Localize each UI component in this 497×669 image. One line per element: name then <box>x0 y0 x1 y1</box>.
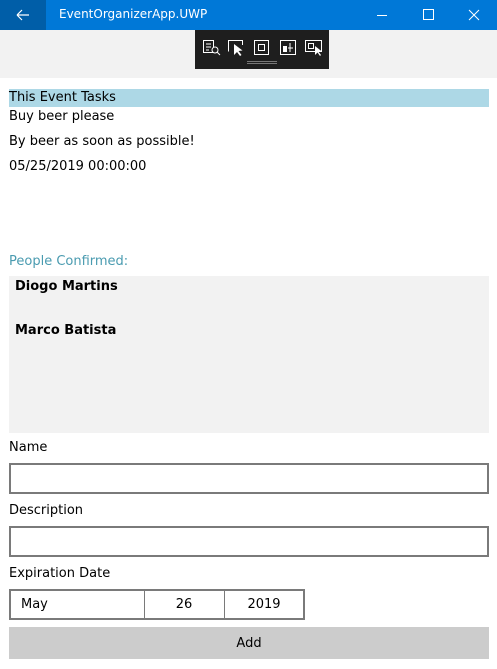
minimize-icon <box>377 15 387 16</box>
live-visual-tree-button[interactable] <box>200 37 222 57</box>
name-field[interactable] <box>9 463 489 494</box>
window-title: EventOrganizerApp.UWP <box>59 7 208 21</box>
back-arrow-icon <box>16 9 29 21</box>
description-field[interactable] <box>9 526 489 557</box>
back-button[interactable] <box>0 0 46 30</box>
event-tasks-header: This Event Tasks <box>9 89 489 107</box>
debug-toolbar-area <box>0 30 497 78</box>
name-label: Name <box>9 440 48 455</box>
track-focus-button[interactable] <box>277 37 299 57</box>
people-confirmed-list[interactable]: Diogo Martins Marco Batista <box>9 276 489 433</box>
task-name: Buy beer please <box>9 109 115 124</box>
live-visual-tree-icon <box>203 40 221 56</box>
task-description: By beer as soon as possible! <box>9 134 195 149</box>
list-item[interactable]: Marco Batista <box>15 323 116 338</box>
select-element-icon <box>228 40 243 56</box>
preview-selection-button[interactable] <box>303 37 325 57</box>
date-day[interactable]: 26 <box>145 591 223 618</box>
date-month[interactable]: May <box>21 591 48 618</box>
expiration-date-picker[interactable]: May 26 2019 <box>9 589 305 620</box>
close-button[interactable] <box>451 0 497 30</box>
maximize-icon <box>423 9 434 20</box>
description-label: Description <box>9 503 84 518</box>
task-expiration: 05/25/2019 00:00:00 <box>9 159 147 174</box>
close-icon <box>468 9 480 21</box>
title-bar: EventOrganizerApp.UWP <box>0 0 497 30</box>
toolbar-drag-grip[interactable] <box>247 61 277 64</box>
track-focus-icon <box>280 40 296 55</box>
display-layout-adorners-button[interactable] <box>251 37 273 57</box>
preview-selection-icon <box>305 40 322 56</box>
people-confirmed-label: People Confirmed: <box>9 254 129 269</box>
date-year[interactable]: 2019 <box>225 591 303 618</box>
minimize-button[interactable] <box>359 0 405 30</box>
display-layout-adorners-icon <box>254 40 269 55</box>
maximize-button[interactable] <box>405 0 451 30</box>
debug-toolbar <box>195 30 329 69</box>
list-item[interactable]: Diogo Martins <box>15 279 118 294</box>
expiration-date-label: Expiration Date <box>9 566 111 581</box>
add-button[interactable]: Add <box>9 627 489 659</box>
select-element-button[interactable] <box>225 37 247 57</box>
